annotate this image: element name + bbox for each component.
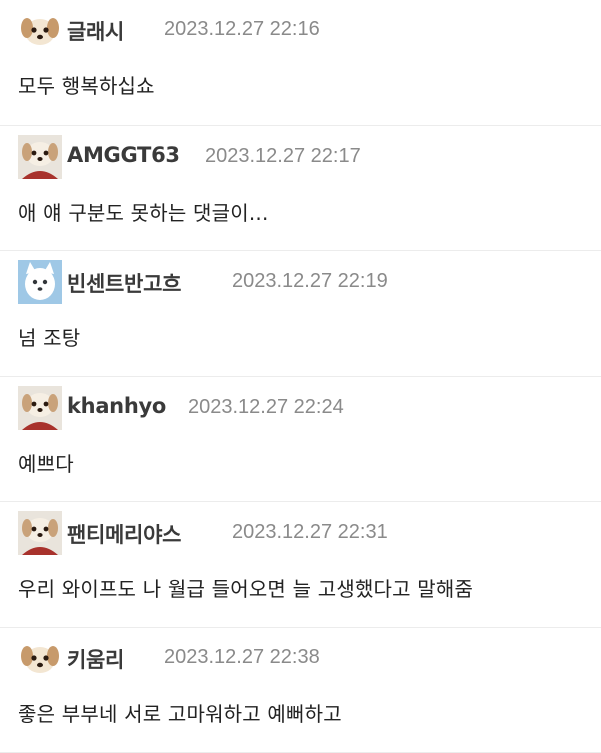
comment-text: 애 얘 구분도 못하는 댓글이...: [18, 197, 269, 226]
comment-nickname[interactable]: khanhyo: [67, 394, 166, 418]
comment-nickname[interactable]: 글래시: [67, 16, 124, 46]
comment-date: 2023.12.27 22:31: [232, 521, 388, 544]
comment-item: khanhyo 2023.12.27 22:24 예쁘다: [0, 377, 601, 503]
puppy-scarf-avatar-icon[interactable]: [18, 511, 62, 555]
white-dog-avatar-icon[interactable]: [18, 260, 62, 304]
comment-date: 2023.12.27 22:24: [188, 396, 344, 419]
comment-text: 우리 와이프도 나 월급 들어오면 늘 고생했다고 말해줌: [18, 573, 473, 602]
puppy-avatar-icon[interactable]: [18, 8, 62, 52]
comment-item: 키움리 2023.12.27 22:38 좋은 부부네 서로 고마워하고 예뻐하…: [0, 628, 601, 753]
puppy-avatar-icon[interactable]: [18, 636, 62, 680]
puppy-scarf-avatar-icon[interactable]: [18, 135, 62, 179]
comment-item: 빈센트반고흐 2023.12.27 22:19 넘 조탕: [0, 251, 601, 377]
comment-item: 팬티메리야스 2023.12.27 22:31 우리 와이프도 나 월급 들어오…: [0, 502, 601, 628]
comment-date: 2023.12.27 22:16: [164, 18, 320, 41]
comment-nickname[interactable]: AMGGT63: [67, 143, 180, 167]
comment-text: 모두 행복하십쇼: [18, 70, 155, 99]
comment-text: 넘 조탕: [18, 322, 80, 351]
comment-nickname[interactable]: 키움리: [67, 644, 124, 674]
comment-text: 좋은 부부네 서로 고마워하고 예뻐하고: [18, 698, 342, 727]
comment-nickname[interactable]: 팬티메리야스: [67, 519, 181, 549]
puppy-scarf-avatar-icon[interactable]: [18, 386, 62, 430]
comment-item: AMGGT63 2023.12.27 22:17 애 얘 구분도 못하는 댓글이…: [0, 126, 601, 252]
comment-date: 2023.12.27 22:19: [232, 270, 388, 293]
comment-date: 2023.12.27 22:17: [205, 145, 361, 168]
comment-date: 2023.12.27 22:38: [164, 646, 320, 669]
comment-text: 예쁘다: [18, 448, 74, 477]
comment-nickname[interactable]: 빈센트반고흐: [67, 268, 181, 298]
comment-item: 글래시 2023.12.27 22:16 모두 행복하십쇼: [0, 0, 601, 126]
